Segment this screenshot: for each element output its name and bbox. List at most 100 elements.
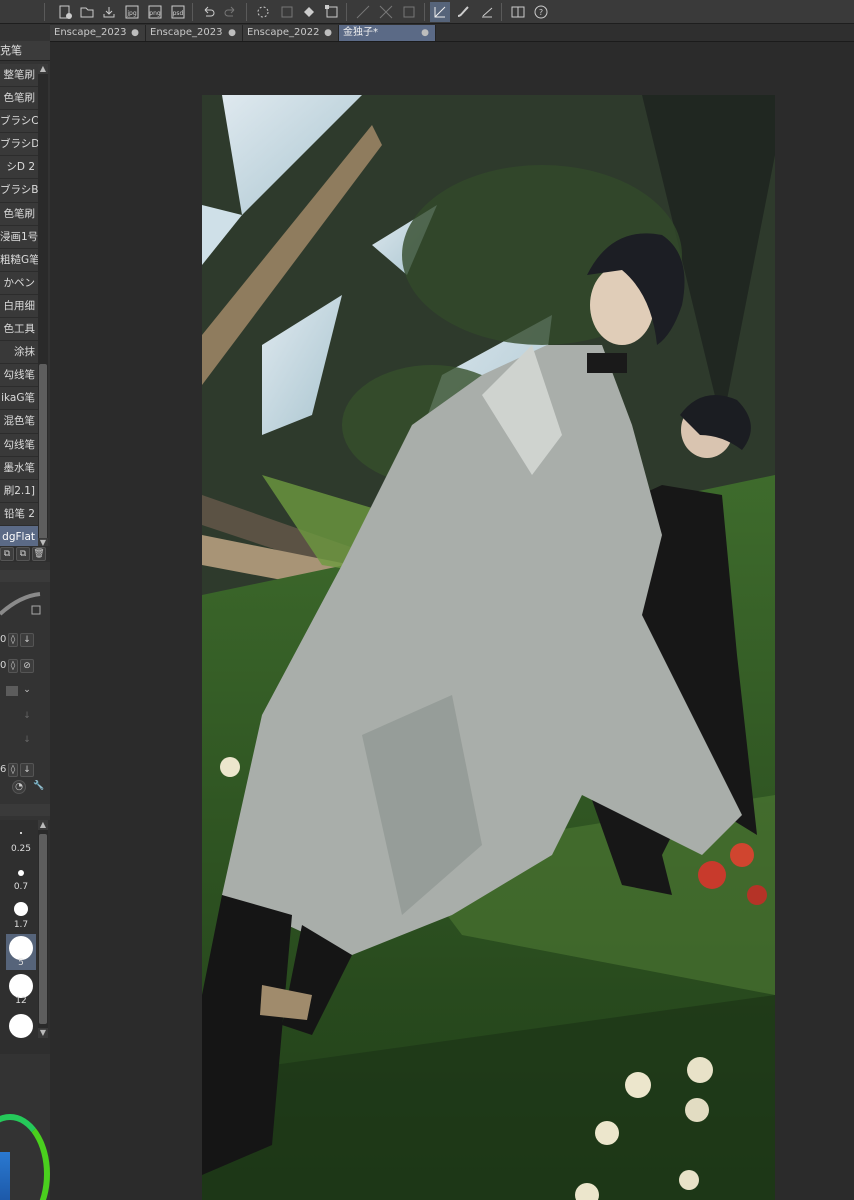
download-icon[interactable]: ↓ bbox=[20, 710, 34, 724]
tab-modified-icon[interactable]: ● bbox=[421, 25, 429, 41]
tab-label: Enscape_2022 bbox=[247, 27, 320, 38]
brush-size-option[interactable]: 12 bbox=[6, 972, 36, 1008]
scroll-up-icon[interactable]: ▲ bbox=[38, 820, 48, 830]
line-icon[interactable] bbox=[477, 2, 497, 22]
property-value[interactable]: 6 bbox=[0, 764, 6, 775]
spinner-icon[interactable]: ◊ bbox=[8, 763, 18, 777]
redo-icon[interactable] bbox=[221, 2, 241, 22]
spinner-icon[interactable]: ◊ bbox=[8, 633, 18, 647]
wrench-icon[interactable]: 🔧 bbox=[32, 780, 46, 794]
brush-tool-icon[interactable] bbox=[430, 2, 450, 22]
clear-icon[interactable] bbox=[277, 2, 297, 22]
brush-item[interactable]: 色工具 bbox=[0, 318, 38, 342]
brush-item[interactable]: シD 2 bbox=[0, 156, 38, 180]
clock-icon[interactable]: ◔ bbox=[12, 780, 26, 794]
trash-icon[interactable]: 🗑 bbox=[32, 547, 46, 561]
artwork-canvas[interactable] bbox=[202, 95, 775, 1200]
canvas-area[interactable] bbox=[50, 43, 854, 1200]
brush-size-option[interactable]: 0.7 bbox=[6, 858, 36, 894]
left-tool-panel: 克笔 整笔刷 色笔刷 ブラシC ブラシD シD 2 ブラシB 色笔刷 浸画1号 … bbox=[0, 24, 50, 1200]
download-icon[interactable]: ↓ bbox=[20, 633, 34, 647]
brush-item[interactable]: ブラシC bbox=[0, 110, 38, 134]
toolbar-separator bbox=[44, 3, 45, 21]
toolbar-separator bbox=[501, 3, 502, 21]
svg-text:?: ? bbox=[539, 8, 543, 17]
undo-icon[interactable] bbox=[198, 2, 218, 22]
svg-text:psd: psd bbox=[173, 10, 184, 17]
ruler-icon[interactable] bbox=[399, 2, 419, 22]
brush-size-option[interactable]: 0.25 bbox=[6, 820, 36, 856]
brush-size-label: 12 bbox=[15, 996, 27, 1006]
brush-item[interactable]: 浸画1号 bbox=[0, 225, 38, 249]
brush-list: 整笔刷 色笔刷 ブラシC ブラシD シD 2 ブラシB 色笔刷 浸画1号 粗糙G… bbox=[0, 64, 38, 549]
brush-size-scrollbar[interactable]: ▲ ▼ bbox=[38, 820, 48, 1038]
loading-icon[interactable] bbox=[253, 2, 273, 22]
scrollbar-thumb[interactable] bbox=[39, 834, 47, 1024]
save-icon[interactable] bbox=[99, 2, 119, 22]
brush-item[interactable]: ikaG笔 bbox=[0, 387, 38, 411]
document-tab-bar: Enscape_2023 ● Enscape_2023 ● Enscape_2022… bbox=[50, 24, 854, 42]
scroll-up-icon[interactable]: ▲ bbox=[38, 64, 48, 74]
brush-item[interactable]: 粗糙G笔 bbox=[0, 248, 38, 272]
tab-label: 金独子* bbox=[343, 27, 378, 38]
pressure-icon[interactable]: ⊘ bbox=[20, 659, 34, 673]
brush-size-option[interactable]: 1.7 bbox=[6, 896, 36, 932]
new-file-icon[interactable] bbox=[55, 2, 75, 22]
brush-size-label: 1.7 bbox=[13, 920, 29, 930]
brush-size-label: 0.25 bbox=[10, 844, 32, 854]
brush-item[interactable]: 色笔刷 bbox=[0, 202, 38, 226]
ruler-icon[interactable] bbox=[376, 2, 396, 22]
tab-modified-icon[interactable]: ● bbox=[324, 25, 332, 41]
panel-icon[interactable] bbox=[508, 2, 528, 22]
svg-text:jpg: jpg bbox=[126, 10, 136, 17]
tab-document[interactable]: Enscape_2023 ● bbox=[146, 25, 243, 41]
copy-icon[interactable]: ⧉ bbox=[16, 547, 30, 561]
brush-size-option-selected[interactable]: 5 bbox=[6, 934, 36, 970]
tab-document[interactable]: Enscape_2022 ● bbox=[243, 25, 339, 41]
texture-swatch[interactable] bbox=[6, 686, 18, 696]
brush-item[interactable]: 勾线笔 bbox=[0, 364, 38, 388]
brush-item[interactable]: 白用细 bbox=[0, 294, 38, 319]
brush-panel-header: 克笔 bbox=[0, 41, 50, 61]
property-value[interactable]: 0 bbox=[0, 634, 6, 645]
scrollbar-thumb[interactable] bbox=[39, 364, 47, 544]
brush-item[interactable]: かペン bbox=[0, 271, 38, 295]
chevron-down-icon[interactable]: ⌄ bbox=[20, 684, 34, 698]
brush-item[interactable]: 整笔刷 bbox=[0, 64, 38, 88]
tab-modified-icon[interactable]: ● bbox=[228, 25, 236, 41]
download-icon[interactable]: ↓ bbox=[20, 734, 34, 748]
tab-document-active[interactable]: 金独子* ● bbox=[339, 25, 436, 41]
download-icon[interactable]: ↓ bbox=[20, 763, 34, 777]
transform-icon[interactable] bbox=[322, 2, 342, 22]
main-color-swatch[interactable] bbox=[0, 1152, 10, 1200]
export-png-icon[interactable]: png bbox=[145, 2, 165, 22]
brush-item[interactable]: 铅笔 2 bbox=[0, 502, 38, 526]
toolbar-separator bbox=[246, 3, 247, 21]
brush-item[interactable]: 混色笔 bbox=[0, 410, 38, 434]
tab-modified-icon[interactable]: ● bbox=[131, 25, 139, 41]
ruler-icon[interactable] bbox=[353, 2, 373, 22]
brush-size-grid: 0.25 0.7 1.7 5 12 ▲ ▼ bbox=[0, 820, 50, 1040]
brush-item[interactable]: ブラシB bbox=[0, 179, 38, 203]
scroll-down-icon[interactable]: ▼ bbox=[38, 1028, 48, 1038]
brush-item[interactable]: 墨水笔 bbox=[0, 456, 38, 480]
brush-item[interactable]: 色笔刷 bbox=[0, 87, 38, 111]
export-psd-icon[interactable]: psd bbox=[168, 2, 188, 22]
clip-studio-window: jpg png psd ? Enscape_2023 ● Enscape_2023… bbox=[0, 0, 854, 1200]
open-folder-icon[interactable] bbox=[77, 2, 97, 22]
brush-item[interactable]: 刷2.1] bbox=[0, 479, 38, 503]
export-jpg-icon[interactable]: jpg bbox=[122, 2, 142, 22]
tab-document[interactable]: Enscape_2023 ● bbox=[50, 25, 146, 41]
brush-tool-icon[interactable] bbox=[453, 2, 473, 22]
property-value[interactable]: 0 bbox=[0, 660, 6, 671]
tab-label: Enscape_2023 bbox=[150, 27, 223, 38]
fill-icon[interactable] bbox=[299, 2, 319, 22]
brush-item[interactable]: 勾线笔 bbox=[0, 433, 38, 457]
lock-icon bbox=[31, 605, 41, 615]
brush-list-scrollbar[interactable]: ▲ ▼ bbox=[38, 64, 48, 548]
spinner-icon[interactable]: ◊ bbox=[8, 659, 18, 673]
brush-item[interactable]: ブラシD bbox=[0, 133, 38, 157]
brush-item[interactable]: 涂抹 bbox=[0, 341, 38, 365]
help-icon[interactable]: ? bbox=[531, 2, 551, 22]
duplicate-icon[interactable]: ⧉ bbox=[0, 547, 14, 561]
